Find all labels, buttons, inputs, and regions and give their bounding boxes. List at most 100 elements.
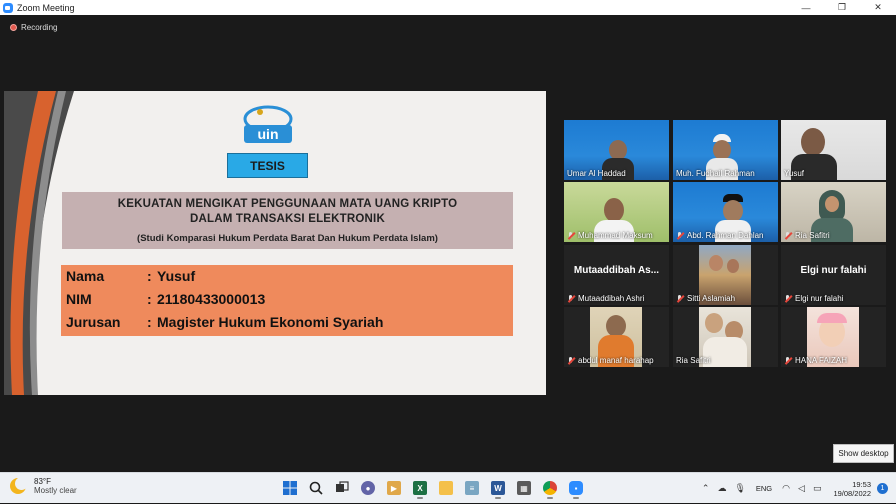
- taskbar-search-button[interactable]: [304, 477, 328, 499]
- participant-name: Muh. Fudhail Rahman: [676, 169, 755, 178]
- record-dot-icon: [10, 24, 17, 31]
- weather-desc: Mostly clear: [34, 486, 77, 495]
- participant-tile[interactable]: Yusuf: [781, 120, 886, 180]
- participant-tile[interactable]: Elgi nur falahi Elgi nur falahi: [781, 245, 886, 305]
- participant-tile[interactable]: Umar Al Haddad: [564, 120, 669, 180]
- participant-name: abdul manaf harahap: [567, 356, 654, 365]
- volume-icon[interactable]: ◁: [798, 483, 805, 494]
- language-indicator[interactable]: ENG: [756, 484, 772, 493]
- notepad-icon: ≡: [465, 481, 479, 495]
- folder-icon: [439, 481, 453, 495]
- word-button[interactable]: W: [486, 477, 510, 499]
- thesis-title-box: KEKUATAN MENGIKAT PENGGUNAAN MATA UANG K…: [62, 192, 513, 249]
- participant-tile[interactable]: HANA FAIZAH: [781, 307, 886, 367]
- clock-date: 19/08/2022: [833, 488, 871, 498]
- participant-name: HANA FAIZAH: [784, 356, 847, 365]
- calculator-button[interactable]: ▦: [512, 477, 536, 499]
- notification-badge[interactable]: 1: [877, 483, 888, 494]
- recording-indicator[interactable]: Recording: [10, 23, 57, 32]
- maximize-button[interactable]: ❐: [824, 0, 860, 15]
- participant-tile-active-speaker[interactable]: Ria Safitri: [781, 182, 886, 242]
- info-row-name: Nama : Yusuf: [66, 268, 195, 284]
- windows-logo-icon: [283, 481, 297, 495]
- info-sep: :: [147, 314, 152, 330]
- participant-name: Sitti Aslamiah: [676, 294, 735, 303]
- shared-screen[interactable]: uin TESIS KEKUATAN MENGIKAT PENGGUNAAN M…: [4, 91, 546, 395]
- window-titlebar: Zoom Meeting — ❐ ✕: [0, 0, 896, 15]
- microphone-icon[interactable]: 🎙: [734, 483, 745, 494]
- chat-icon: ●: [361, 481, 375, 495]
- system-tray: ⌃ ☁ 🎙 ENG ◠ ◁ ▭ 19:53 19/08/2022 1: [698, 473, 896, 504]
- thesis-title-line1: KEKUATAN MENGIKAT PENGGUNAAN MATA UANG K…: [117, 198, 458, 210]
- word-icon: W: [491, 481, 505, 495]
- mic-off-icon: [567, 356, 575, 365]
- show-desktop-tooltip[interactable]: Show desktop: [833, 444, 894, 463]
- clock[interactable]: 19:53 19/08/2022: [833, 480, 871, 498]
- participant-name: Abd. Rahman Dahlan: [676, 231, 764, 240]
- participant-display-name: Elgi nur falahi: [800, 265, 867, 276]
- windows-start-button[interactable]: [278, 477, 302, 499]
- notepad-button[interactable]: ≡: [460, 477, 484, 499]
- participant-tile[interactable]: abdul manaf harahap: [564, 307, 669, 367]
- battery-icon[interactable]: ▭: [813, 483, 822, 494]
- svg-text:uin: uin: [258, 126, 279, 142]
- participant-name: Muhammad Maksum: [567, 231, 653, 240]
- clock-time: 19:53: [852, 479, 871, 489]
- mic-off-icon: [676, 294, 684, 303]
- participant-tile[interactable]: Muh. Fudhail Rahman: [673, 120, 778, 180]
- excel-button[interactable]: X: [408, 477, 432, 499]
- chrome-button[interactable]: [538, 477, 562, 499]
- file-explorer-button[interactable]: [434, 477, 458, 499]
- chrome-icon: [543, 481, 557, 495]
- chevron-up-icon[interactable]: ⌃: [702, 483, 710, 494]
- tesis-badge: TESIS: [227, 153, 308, 178]
- info-value: Magister Hukum Ekonomi Syariah: [157, 314, 384, 330]
- mic-off-icon: [567, 231, 575, 240]
- media-player-icon: ▶: [387, 481, 401, 495]
- info-sep: :: [147, 268, 152, 284]
- close-button[interactable]: ✕: [860, 0, 896, 15]
- mic-off-icon: [784, 356, 792, 365]
- participant-name: Yusuf: [784, 169, 805, 178]
- participant-tile[interactable]: Abd. Rahman Dahlan: [673, 182, 778, 242]
- zoom-button[interactable]: ▪: [564, 477, 588, 499]
- participant-tile[interactable]: Mutaaddibah As... Mutaaddibah Ashri: [564, 245, 669, 305]
- participant-tile[interactable]: Ria Safitri: [673, 307, 778, 367]
- zoom-app-icon: [3, 2, 13, 13]
- participant-display-name: Mutaaddibah As...: [573, 265, 660, 276]
- teams-chat-button[interactable]: ●: [356, 477, 380, 499]
- minimize-button[interactable]: —: [788, 0, 824, 15]
- info-sep: :: [147, 291, 152, 307]
- participant-name: Ria Safitri: [784, 231, 830, 240]
- wifi-icon[interactable]: ◠: [782, 483, 790, 494]
- student-info-box: Nama : Yusuf NIM : 21180433000013 Jurusa…: [61, 265, 513, 336]
- thesis-title-line2: DALAM TRANSAKSI ELEKTRONIK: [190, 213, 385, 225]
- media-player-button[interactable]: ▶: [382, 477, 406, 499]
- weather-widget[interactable]: 83°F Mostly clear: [10, 477, 77, 495]
- participant-name: Elgi nur falahi: [784, 294, 843, 303]
- zoom-icon: ▪: [569, 481, 583, 495]
- recording-label: Recording: [21, 23, 58, 32]
- task-view-button[interactable]: [330, 477, 354, 499]
- thesis-subtitle: (Studi Komparasi Hukum Perdata Barat Dan…: [137, 233, 438, 244]
- participant-tile[interactable]: Muhammad Maksum: [564, 182, 669, 242]
- moon-icon: [10, 477, 28, 494]
- info-row-major: Jurusan : Magister Hukum Ekonomi Syariah: [66, 314, 383, 330]
- participant-name: Ria Safitri: [676, 356, 711, 365]
- task-view-icon: [336, 481, 349, 492]
- info-value: 21180433000013: [157, 291, 266, 307]
- window-title: Zoom Meeting: [17, 2, 75, 13]
- info-label: Jurusan: [66, 314, 121, 330]
- mic-off-icon: [784, 294, 792, 303]
- windows-taskbar: 83°F Mostly clear ● ▶ X ≡ W ▦ ▪ ⌃ ☁ 🎙 EN…: [0, 472, 896, 503]
- search-icon: [309, 481, 323, 495]
- window-controls: — ❐ ✕: [788, 0, 896, 15]
- taskbar-apps: ● ▶ X ≡ W ▦ ▪: [278, 477, 590, 499]
- mic-off-icon: [567, 294, 575, 303]
- participant-tile[interactable]: Sitti Aslamiah: [673, 245, 778, 305]
- info-label: Nama: [66, 268, 105, 284]
- weather-temp: 83°F: [34, 477, 51, 486]
- info-row-nim: NIM : 21180433000013: [66, 291, 265, 307]
- calculator-icon: ▦: [517, 481, 531, 495]
- cloud-icon[interactable]: ☁: [717, 483, 726, 494]
